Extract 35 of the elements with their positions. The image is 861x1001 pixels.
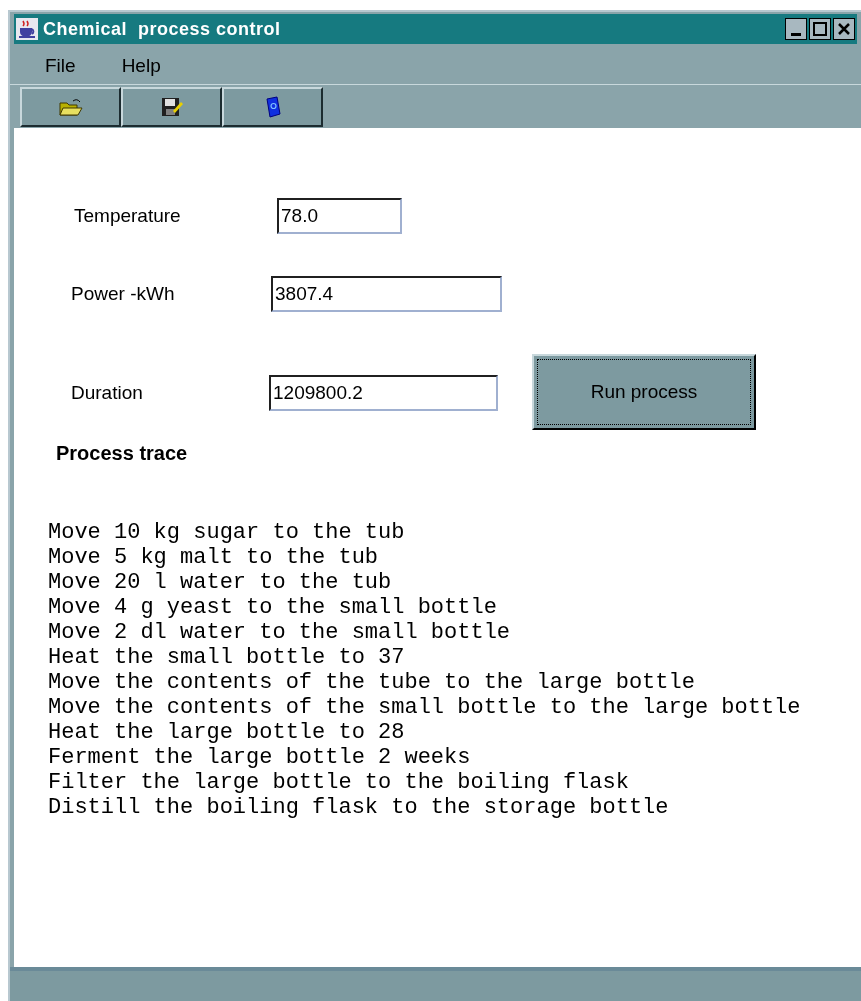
trace-line: Ferment the large bottle 2 weeks — [48, 745, 472, 770]
close-button[interactable] — [833, 18, 855, 40]
field-label: Temperature — [74, 203, 182, 228]
text-field[interactable]: 78.0 — [277, 198, 402, 234]
field-label: Duration — [71, 380, 144, 405]
text-field[interactable]: 3807.4 — [271, 276, 502, 312]
toolbar-button[interactable] — [20, 87, 121, 127]
trace-line: Move the contents of the tube to the large bottle — [48, 670, 696, 695]
trace-line: Heat the large bottle to 28 — [48, 720, 406, 745]
text-field[interactable]: 1209800.2 — [269, 375, 498, 411]
toolbar-button[interactable] — [222, 87, 323, 127]
close-icon — [837, 22, 851, 36]
section-title: Process trace — [56, 441, 189, 466]
field-label: Power -kWh — [71, 281, 176, 306]
trace-line: Move the contents of the small bottle to the large bottle — [48, 695, 802, 720]
minimize-button[interactable] — [785, 18, 807, 40]
maximize-button[interactable] — [809, 18, 831, 40]
menu-item[interactable]: File — [45, 51, 76, 81]
trace-line: Distill the boiling flask to the storage bottle — [48, 795, 670, 820]
trace-line: Move 4 g yeast to the small bottle — [48, 595, 498, 620]
maximize-icon — [813, 22, 827, 36]
toolbar-button[interactable] — [121, 87, 222, 127]
trace-line: Move 2 dl water to the small bottle — [48, 620, 512, 645]
floppy-edit-icon — [160, 97, 183, 117]
trace-line: Move 5 kg malt to the tub — [48, 545, 380, 570]
menu-item[interactable]: Help — [121, 51, 161, 81]
trace-line: Filter the large bottle to the boiling flask — [48, 770, 630, 795]
teacup-icon — [16, 18, 38, 40]
trace-line: Move 10 kg sugar to the tub — [48, 520, 406, 545]
run-process-button[interactable]: Run process — [532, 354, 756, 430]
window-title: Chemical process control — [43, 17, 281, 41]
folder-icon — [58, 98, 83, 116]
trace-line: Move 20 l water to the tub — [48, 570, 393, 595]
trace-line: Heat the small bottle to 37 — [48, 645, 406, 670]
minimize-icon — [791, 33, 801, 36]
